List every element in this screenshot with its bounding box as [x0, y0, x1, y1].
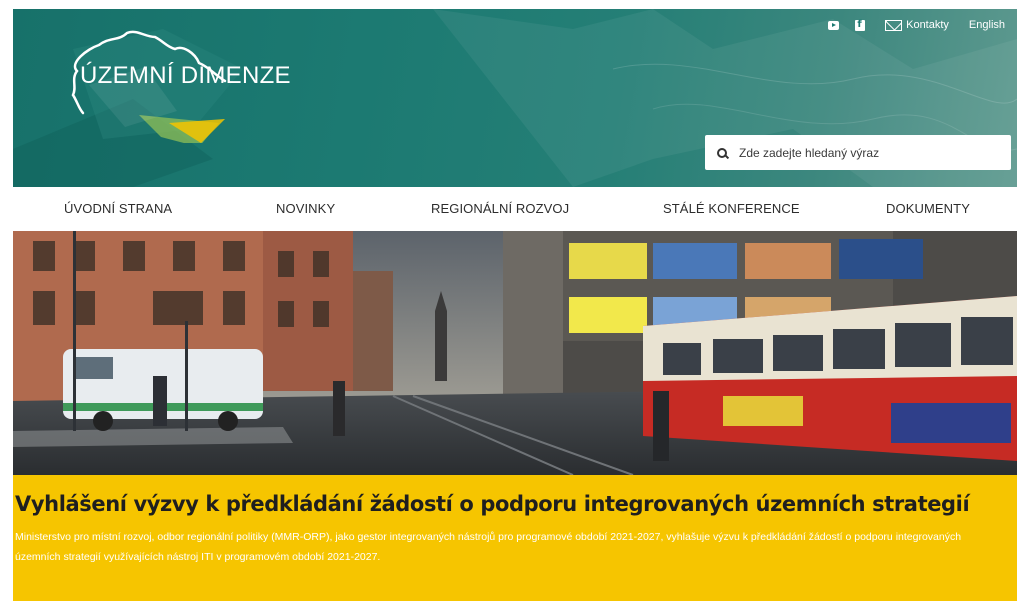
site-title[interactable]: ÚZEMNÍ DIMENZE [80, 62, 291, 90]
nav-item-home[interactable]: ÚVODNÍ STRANA [64, 201, 172, 216]
youtube-icon[interactable] [828, 20, 840, 30]
mail-icon[interactable] [885, 19, 903, 31]
search-input[interactable] [739, 137, 999, 168]
search-box [705, 135, 1011, 170]
language-link[interactable]: English [969, 19, 1005, 31]
banner-title[interactable]: Vyhlášení výzvy k předkládání žádostí o … [15, 492, 970, 516]
contacts-link[interactable]: Kontakty [906, 19, 949, 31]
main-nav: ÚVODNÍ STRANA NOVINKY REGIONÁLNÍ ROZVOJ … [13, 187, 1017, 231]
search-icon[interactable] [717, 147, 727, 158]
nav-item-documents[interactable]: DOKUMENTY [886, 201, 970, 216]
hero-image [13, 231, 1017, 475]
nav-item-news[interactable]: NOVINKY [276, 201, 335, 216]
top-links: f Kontakty English [828, 19, 1005, 31]
announcement-banner[interactable]: Vyhlášení výzvy k předkládání žádostí o … [13, 475, 1017, 601]
city-street-photo [13, 231, 1017, 475]
site-header: ÚZEMNÍ DIMENZE f Kontakty English [13, 9, 1017, 187]
nav-item-conferences[interactable]: STÁLÉ KONFERENCE [663, 201, 800, 216]
facebook-icon[interactable]: f [855, 19, 866, 31]
nav-item-regional-development[interactable]: REGIONÁLNÍ ROZVOJ [431, 201, 569, 216]
banner-text: Ministerstvo pro místní rozvoj, odbor re… [15, 531, 962, 563]
